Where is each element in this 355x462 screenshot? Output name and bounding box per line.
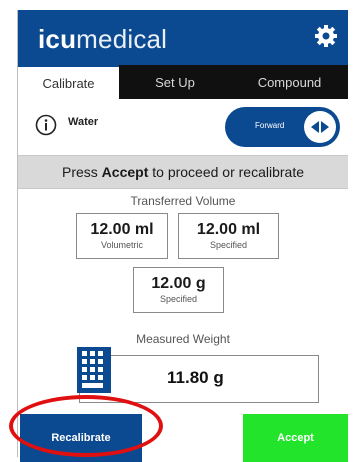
tab-bar: Calibrate Set Up Compound: [18, 65, 348, 99]
gear-icon[interactable]: [314, 24, 338, 48]
direction-toggle[interactable]: Forward: [225, 107, 340, 147]
tab-compound[interactable]: Compound: [231, 65, 348, 99]
specified-volume-box: 12.00 ml Specified: [178, 213, 279, 259]
forward-icon: [311, 121, 329, 133]
banner-suffix: to proceed or recalibrate: [148, 164, 304, 180]
specified-volume-value: 12.00 ml: [196, 221, 261, 238]
volumetric-volume-box: 12.00 ml Volumetric: [76, 213, 168, 259]
volumetric-label: Volumetric: [100, 240, 144, 250]
specified-weight-label: Specified: [159, 294, 198, 304]
logo-bold: icu: [38, 24, 77, 54]
logo-light: medical: [76, 24, 168, 54]
specified-weight-box: 12.00 g Specified: [133, 267, 224, 313]
transferred-volume-title: Transferred Volume: [130, 194, 236, 208]
measured-weight-box: 11.80 g: [79, 355, 319, 403]
banner-accept-word: Accept: [101, 164, 149, 180]
recalibrate-button[interactable]: Recalibrate: [20, 414, 142, 462]
tab-set-up[interactable]: Set Up: [119, 65, 231, 99]
specified-weight-value: 12.00 g: [151, 275, 206, 292]
instruction-banner: Press Accept to proceed or recalibrate: [18, 155, 348, 189]
app-header: icumedical: [18, 10, 348, 65]
scale-keypad-icon: [77, 347, 111, 393]
fluid-name: Water: [68, 116, 99, 128]
direction-label: Forward: [255, 121, 285, 130]
specified-volume-label: Specified: [209, 240, 248, 250]
fluid-row: Water Forward: [18, 99, 348, 155]
app-frame: icumedical Calibrate Set Up Compound Wat…: [17, 10, 348, 462]
brand-logo: icumedical: [38, 24, 167, 55]
tab-calibrate[interactable]: Calibrate: [18, 65, 119, 99]
banner-prefix: Press: [61, 164, 102, 180]
measured-weight-title: Measured Weight: [136, 332, 230, 346]
measured-weight-value: 11.80 g: [167, 368, 224, 387]
info-icon[interactable]: [35, 114, 57, 136]
toggle-knob[interactable]: [304, 111, 336, 143]
accept-button[interactable]: Accept: [243, 414, 348, 462]
volumetric-value: 12.00 ml: [90, 221, 154, 238]
